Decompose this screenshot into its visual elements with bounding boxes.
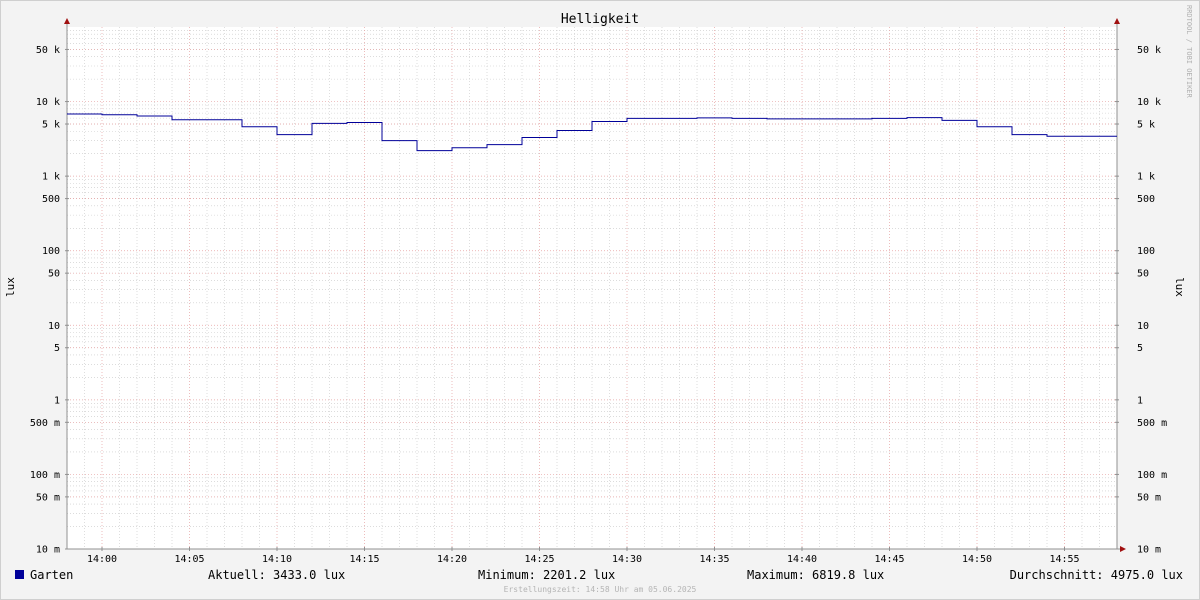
chart-svg: 50 k 50 k 10 k 10 k 5 k 5 k 1 k 1 k 500 500 100 100… bbox=[4, 5, 1193, 594]
x-axis-arrow bbox=[1120, 546, 1126, 552]
y-axis-label-right: lux bbox=[1173, 277, 1186, 297]
x-tick-label: 14:25 bbox=[524, 554, 554, 565]
y-tick-label-right: 10 m bbox=[1137, 545, 1161, 556]
y-axis-left-arrow bbox=[64, 18, 70, 24]
x-tick-label: 14:45 bbox=[874, 554, 904, 565]
y-tick-label-right: 100 m bbox=[1137, 470, 1167, 481]
y-tick-label-left: 5 k bbox=[42, 120, 60, 131]
y-tick-label-right: 500 m bbox=[1137, 418, 1167, 429]
y-tick-label-left: 1 k bbox=[42, 172, 60, 183]
x-tick-label: 14:20 bbox=[437, 554, 467, 565]
y-tick-label-left: 10 k bbox=[36, 97, 60, 108]
y-tick-label-right: 5 bbox=[1137, 343, 1143, 354]
y-tick-label-right: 10 k bbox=[1137, 97, 1161, 108]
y-tick-label-right: 50 m bbox=[1137, 492, 1161, 503]
legend-average: Durchschnitt: 4975.0 lux bbox=[1010, 568, 1183, 582]
y-tick-label-left: 500 bbox=[42, 194, 60, 205]
x-tick-label: 14:05 bbox=[174, 554, 204, 565]
y-tick-label-right: 500 bbox=[1137, 194, 1155, 205]
y-tick-label-right: 50 k bbox=[1137, 45, 1161, 56]
y-tick-label-left: 10 m bbox=[36, 545, 60, 556]
x-tick-label: 14:55 bbox=[1049, 554, 1079, 565]
x-tick-label: 14:30 bbox=[612, 554, 642, 565]
y-tick-label-left: 10 bbox=[48, 321, 60, 332]
legend-maximum: Maximum: 6819.8 lux bbox=[747, 568, 884, 582]
legend-current: Aktuell: 3433.0 lux bbox=[208, 568, 345, 582]
y-tick-label-left: 100 m bbox=[30, 470, 60, 481]
y-tick-label-right: 1 k bbox=[1137, 172, 1155, 183]
x-tick-label: 14:10 bbox=[262, 554, 292, 565]
legend-label: Garten bbox=[30, 568, 73, 582]
x-tick-label: 14:15 bbox=[349, 554, 379, 565]
y-tick-label-right: 1 bbox=[1137, 395, 1143, 406]
y-tick-label-right: 5 k bbox=[1137, 120, 1155, 131]
y-tick-label-left: 50 m bbox=[36, 492, 60, 503]
x-tick-label: 14:35 bbox=[699, 554, 729, 565]
y-tick-label-left: 500 m bbox=[30, 418, 60, 429]
y-tick-label-right: 100 bbox=[1137, 246, 1155, 257]
chart-title: Helligkeit bbox=[561, 12, 639, 27]
creation-time: Erstellungszeit: 14:58 Uhr am 05.06.2025 bbox=[504, 585, 697, 594]
y-tick-label-right: 50 bbox=[1137, 269, 1149, 280]
y-tick-label-right: 10 bbox=[1137, 321, 1149, 332]
x-tick-label: 14:00 bbox=[87, 554, 117, 565]
y-tick-label-left: 50 bbox=[48, 269, 60, 280]
watermark: RRDTOOL / TOBI OETIKER bbox=[1185, 5, 1193, 99]
x-tick-label: 14:50 bbox=[962, 554, 992, 565]
y-tick-label-left: 100 bbox=[42, 246, 60, 257]
y-tick-label-left: 50 k bbox=[36, 45, 60, 56]
y-axis-label-left: lux bbox=[4, 277, 17, 297]
y-tick-label-left: 5 bbox=[54, 343, 60, 354]
legend-minimum: Minimum: 2201.2 lux bbox=[478, 568, 615, 582]
legend-swatch bbox=[15, 570, 24, 579]
x-tick-label: 14:40 bbox=[787, 554, 817, 565]
y-tick-label-left: 1 bbox=[54, 395, 60, 406]
y-axis-right-arrow bbox=[1114, 18, 1120, 24]
